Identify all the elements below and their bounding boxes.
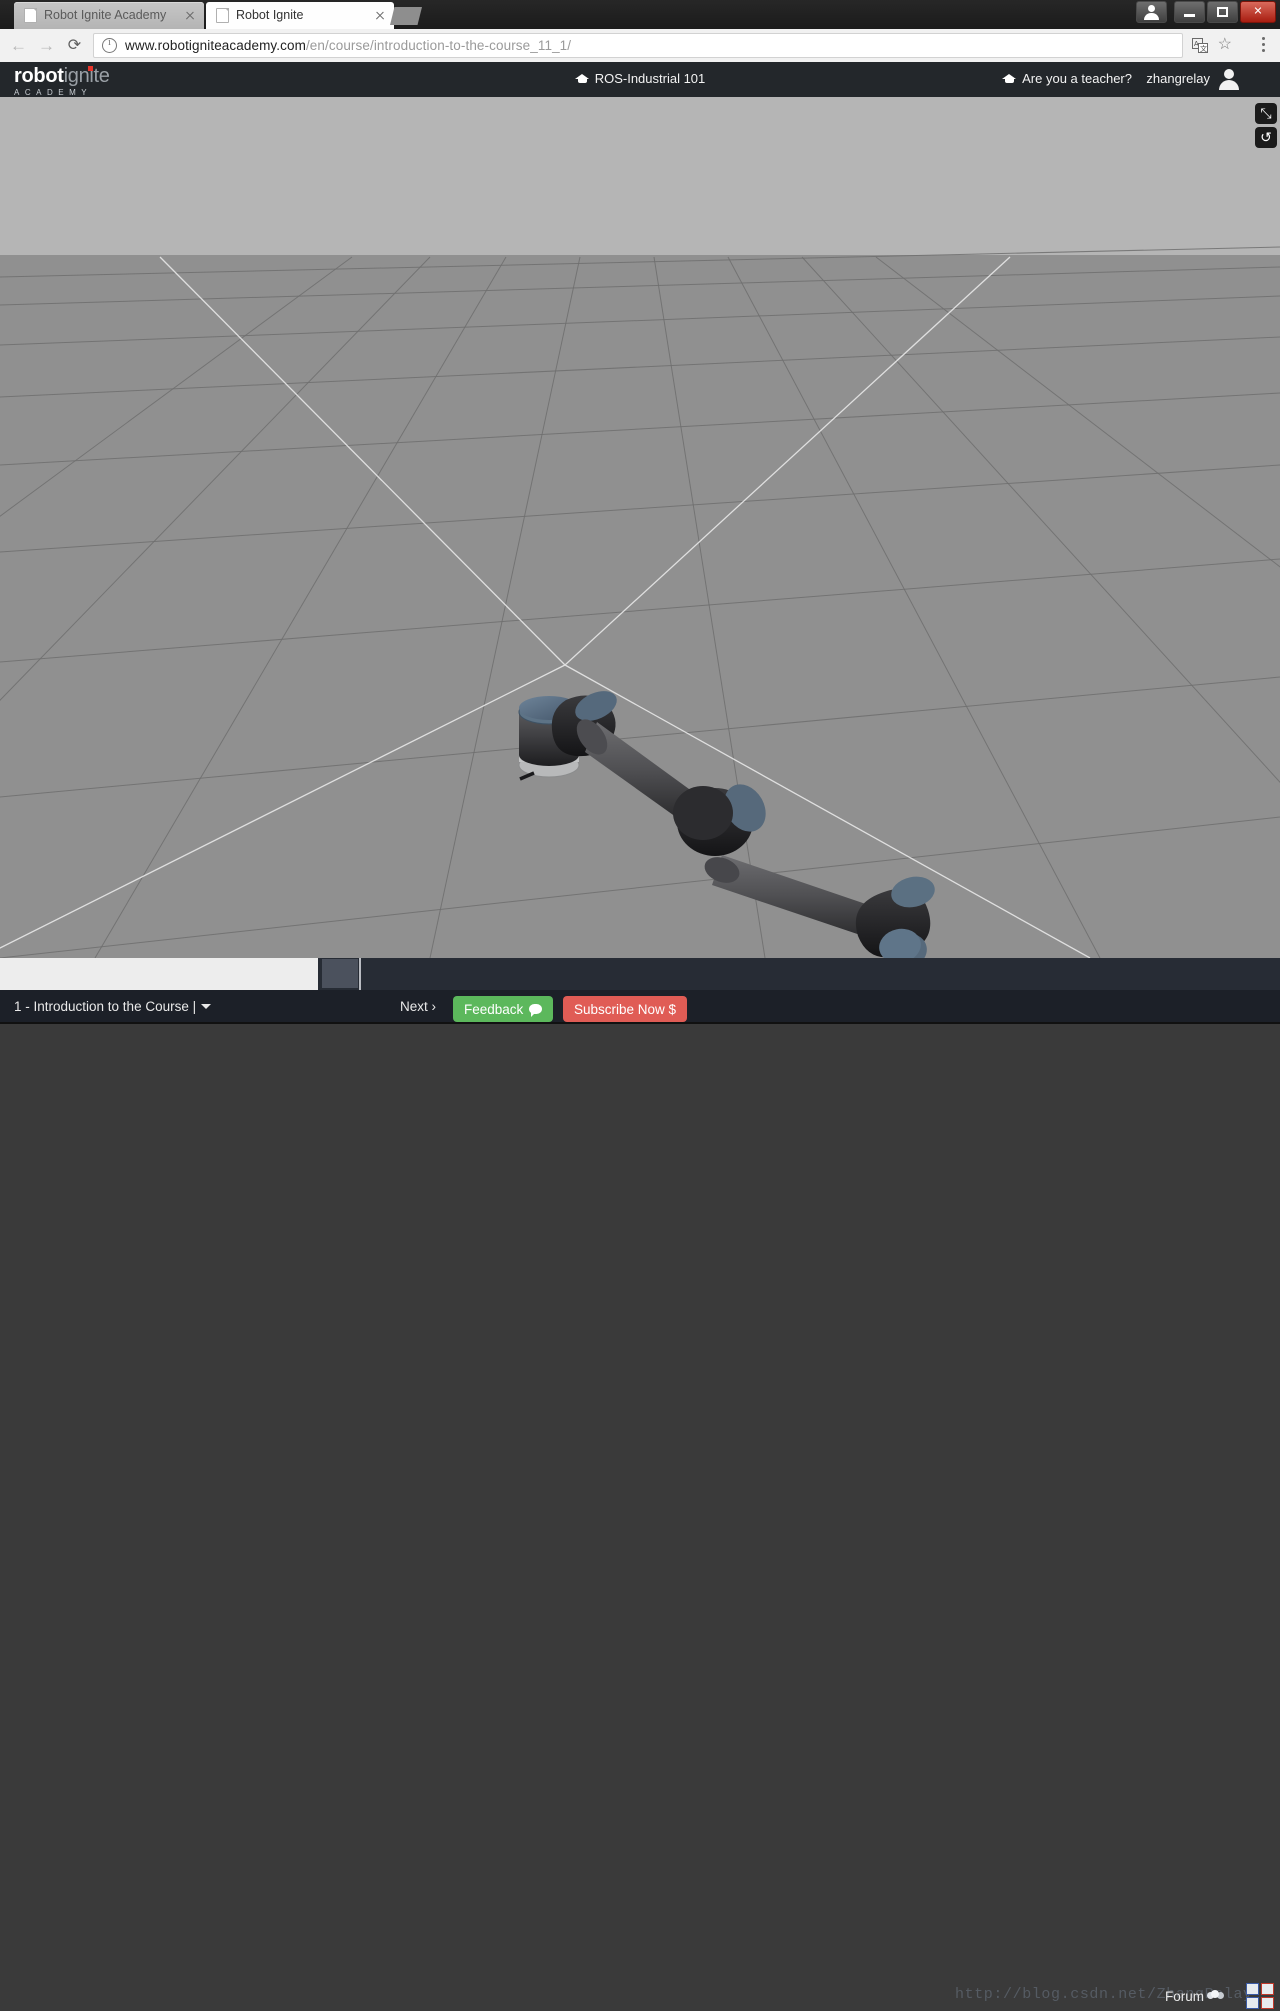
tab-close-icon[interactable] [372,8,388,24]
browser-chrome: Robot Ignite Academy Robot Ignite ✕ ← → … [0,0,1280,63]
browser-toolbar: ← → ⟳ www.robotigniteacademy.com/en/cour… [0,29,1280,63]
tab-close-icon[interactable] [182,8,198,24]
subscribe-label: Subscribe Now $ [574,1001,677,1017]
panel-tab-handle[interactable] [322,959,358,988]
logo-subtitle: ACADEMY [14,88,93,97]
reload-button[interactable]: ⟳ [65,36,84,55]
url-text: www.robotigniteacademy.com/en/course/int… [125,38,571,53]
back-button[interactable]: ← [9,36,28,55]
subscribe-button[interactable]: Subscribe Now $ [563,996,688,1022]
page-favicon-icon [24,8,37,23]
lesson-label: 1 - Introduction to the Course | [14,999,197,1014]
lesson-selector[interactable]: 1 - Introduction to the Course | [14,999,212,1014]
account-button[interactable] [1136,1,1167,23]
teacher-link[interactable]: Are you a teacher? [1002,71,1132,86]
forward-button[interactable]: → [37,36,56,55]
graduation-cap-icon [1002,73,1017,84]
tab-title: Robot Ignite [236,8,304,22]
url-domain: www.robotigniteacademy.com [125,38,306,53]
speech-bubble-icon [529,1004,543,1017]
new-tab-button[interactable] [390,7,422,25]
username-label[interactable]: zhangrelay [1146,71,1210,86]
fullscreen-expand-button[interactable]: ⤡ [1255,103,1277,124]
bottom-panel-strip [0,958,1280,990]
browser-tab-active[interactable]: Robot Ignite [206,2,394,29]
panel-white-area[interactable] [0,958,318,990]
page-favicon-icon [216,8,229,23]
graduation-cap-icon [574,73,590,84]
expand-arrows-icon: ⤡ [1260,105,1272,121]
translate-icon[interactable]: A 文 [1192,38,1208,53]
avatar[interactable] [1218,68,1240,90]
site-info-icon[interactable] [102,37,117,53]
close-button[interactable]: ✕ [1240,1,1276,23]
site-header: robotignite ACADEMY ROS-Industrial 101 A… [0,62,1280,97]
url-path: /en/course/introduction-to-the-course_11… [305,38,572,53]
panel-dark-area [361,958,1280,990]
bookmark-star-icon[interactable]: ☆ [1218,37,1232,53]
browser-tab-inactive[interactable]: Robot Ignite Academy [14,2,204,29]
forum-link[interactable]: Forum [1165,1989,1224,2004]
browser-tabstrip: Robot Ignite Academy Robot Ignite ✕ [0,0,1280,29]
close-icon: ✕ [1253,5,1263,18]
people-icon [1207,1990,1224,2003]
course-title-text: ROS-Industrial 101 [594,71,706,86]
feedback-label: Feedback [464,1001,524,1017]
reset-simulation-button[interactable]: ↺ [1255,127,1277,148]
next-lesson-button[interactable]: Next › [400,999,436,1014]
address-bar[interactable]: www.robotigniteacademy.com/en/course/int… [93,33,1183,58]
chevron-down-icon [201,1004,212,1009]
reset-arrow-icon: ↺ [1260,129,1272,145]
minimize-button[interactable] [1174,1,1205,23]
restore-button[interactable] [1207,1,1238,23]
window-controls: ✕ [1136,1,1276,23]
forum-label: Forum [1164,1989,1204,2004]
simulation-viewport[interactable]: ⤡ ↺ [0,97,1280,958]
apps-grid-icon[interactable] [1246,1983,1276,2011]
svg-text:文: 文 [1200,44,1207,53]
feedback-button[interactable]: Feedback [453,996,554,1022]
browser-menu-icon[interactable] [1262,37,1266,54]
tab-title: Robot Ignite Academy [44,8,167,22]
teacher-link-label: Are you a teacher? [1022,71,1132,86]
ground-grid [0,246,1280,958]
